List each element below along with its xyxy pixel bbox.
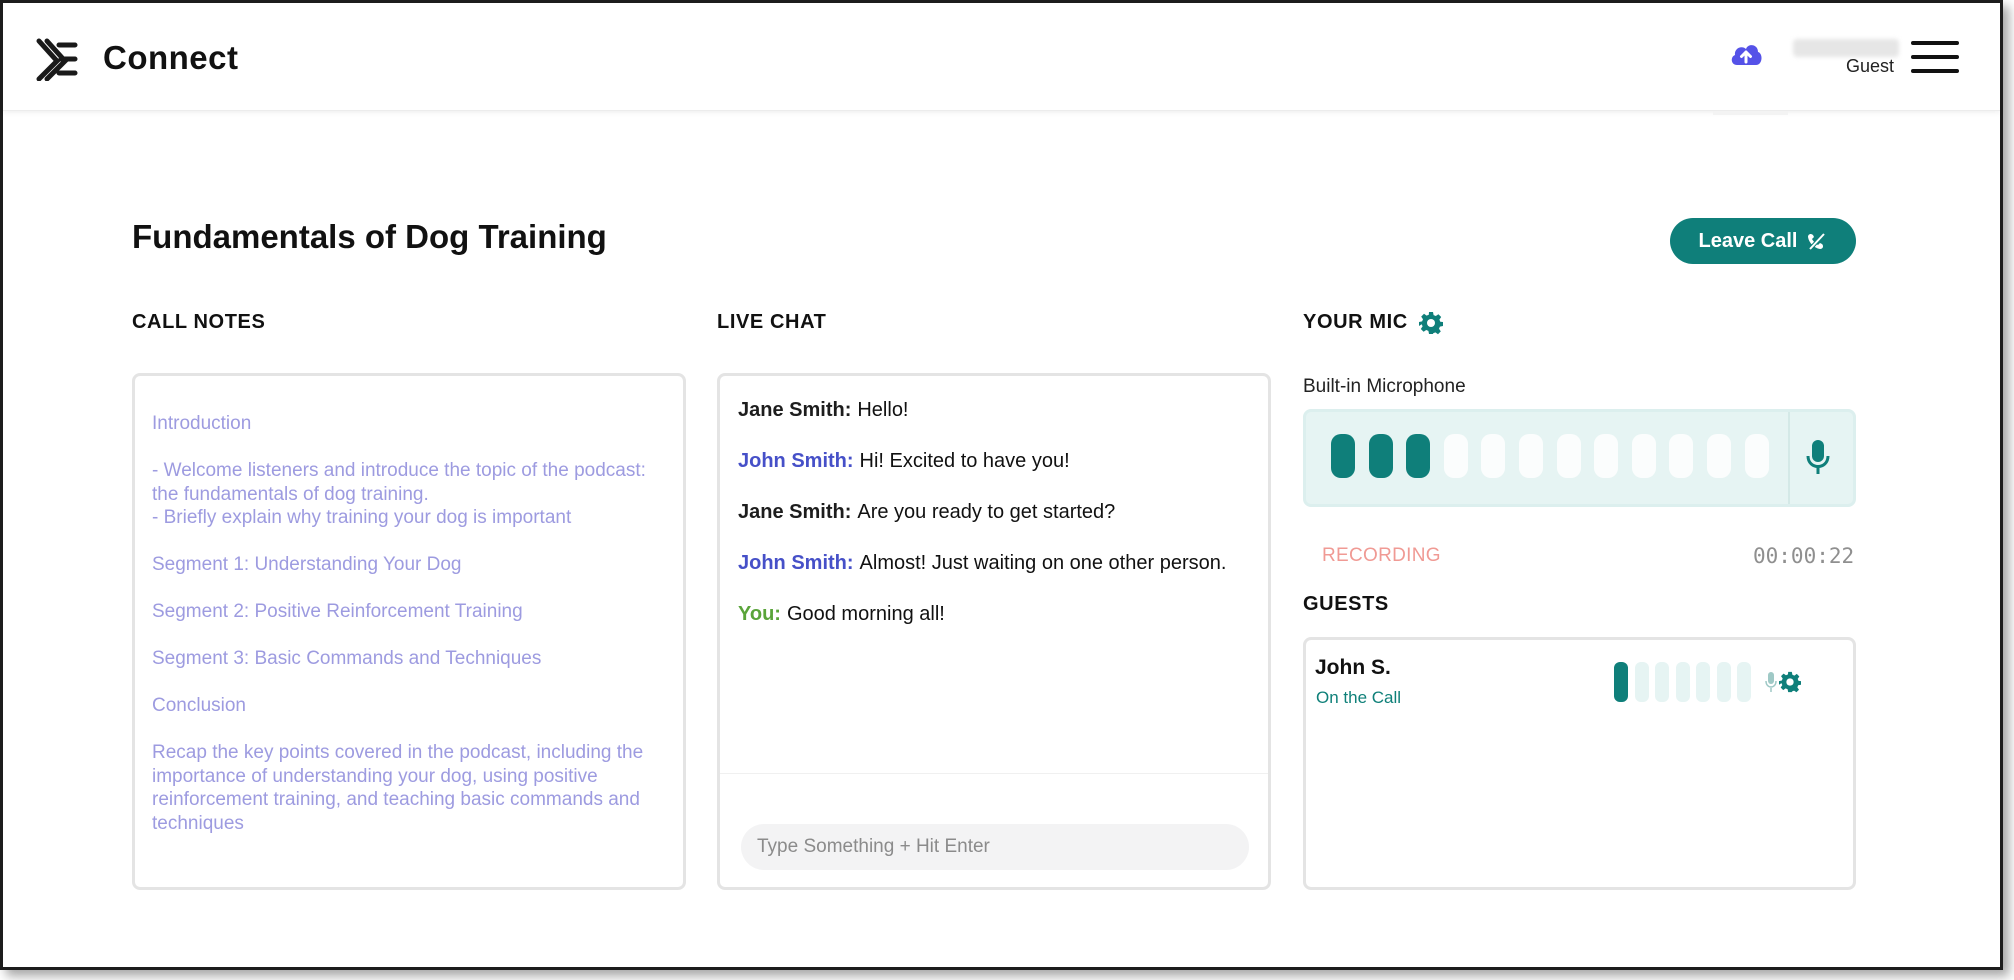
app-window: Connect Guest Fundamentals of Dog Traini… (0, 0, 2003, 970)
level-bar (1406, 434, 1431, 478)
cloud-upload-icon[interactable] (1728, 37, 1764, 73)
mic-device-name: Built-in Microphone (1303, 376, 1466, 397)
gear-icon[interactable] (1419, 311, 1443, 335)
level-bar (1594, 434, 1619, 478)
level-bar (1737, 662, 1751, 702)
chat-message: Jane Smith: Hello! (738, 398, 1250, 423)
notes-line: - Welcome listeners and introduce the to… (152, 460, 646, 505)
page-title: Fundamentals of Dog Training (132, 218, 607, 255)
gear-icon[interactable] (1779, 671, 1801, 693)
level-bar (1744, 434, 1769, 478)
notes-line: Introduction (152, 413, 252, 434)
guests-heading: GUESTS (1303, 593, 1389, 615)
chat-author: John Smith: (738, 552, 854, 574)
level-bar (1518, 434, 1543, 478)
level-bar (1669, 434, 1694, 478)
level-bar (1634, 662, 1649, 702)
leave-call-label: Leave Call (1698, 229, 1798, 252)
chat-input[interactable] (741, 824, 1249, 870)
level-bar (1655, 662, 1669, 702)
recording-status: RECORDING (1322, 545, 1441, 566)
microphone-icon[interactable] (1804, 434, 1832, 478)
hamburger-menu-icon[interactable] (1911, 41, 1961, 75)
chat-author: Jane Smith: (738, 399, 852, 421)
call-notes-heading: CALL NOTES (132, 311, 266, 333)
notes-line: Conclusion (152, 695, 246, 716)
guest-status: On the Call (1316, 688, 1402, 707)
chat-text: Almost! Just waiting on one other person… (859, 552, 1227, 574)
level-bar (1614, 662, 1628, 702)
chat-text: Good morning all! (786, 603, 945, 625)
guests-panel: John S. On the Call (1303, 637, 1856, 890)
level-bar (1675, 662, 1690, 702)
level-bar (1631, 434, 1656, 478)
nav-indicator (1713, 111, 1788, 115)
chat-author: Jane Smith: (738, 501, 852, 523)
chat-message: You: Good morning all! (738, 602, 1250, 627)
live-chat-panel: Jane Smith: Hello! John Smith: Hi! Excited… (717, 373, 1271, 890)
guest-level-bars (1614, 662, 1751, 702)
chat-author: You: (738, 603, 781, 625)
recording-timer: 00:00:22 (1753, 544, 1855, 568)
level-bar (1368, 434, 1393, 478)
chat-message-list: Jane Smith: Hello! John Smith: Hi! Excited… (720, 376, 1268, 627)
connect-logo-icon[interactable] (35, 37, 79, 81)
microphone-icon (1765, 672, 1777, 692)
your-mic-heading: YOUR MIC (1303, 311, 1408, 333)
chat-message: Jane Smith: Are you ready to get started? (738, 500, 1250, 525)
level-bar (1481, 434, 1506, 478)
notes-line: Segment 1: Understanding Your Dog (152, 554, 462, 575)
notes-line: Segment 2: Positive Reinforcement Traini… (152, 601, 523, 622)
chat-text: Are you ready to get started? (857, 501, 1116, 523)
level-bar (1706, 434, 1731, 478)
guest-name: John S. (1315, 656, 1391, 679)
hang-up-icon (1808, 232, 1826, 251)
leave-call-button[interactable]: Leave Call (1670, 218, 1856, 264)
level-bar (1443, 434, 1468, 478)
top-nav-bar: Connect Guest (3, 3, 2000, 115)
level-bar (1716, 662, 1731, 702)
level-bar (1556, 434, 1581, 478)
live-chat-heading: LIVE CHAT (717, 311, 827, 333)
chat-text: Hello! (857, 399, 909, 421)
notes-line: Segment 3: Basic Commands and Techniques (152, 648, 542, 669)
mic-level-meter (1303, 409, 1856, 507)
mic-level-bars (1331, 434, 1769, 478)
chat-author: John Smith: (738, 450, 854, 472)
user-name-redacted (1793, 39, 1899, 57)
call-notes-panel[interactable]: Introduction - Welcome listeners and int… (132, 373, 686, 890)
mic-divider (1788, 412, 1790, 504)
chat-message: John Smith: Almost! Just waiting on one o… (738, 551, 1250, 576)
chat-divider (720, 773, 1268, 774)
user-role: Guest (1846, 56, 1895, 76)
notes-line: Recap the key points covered in the podc… (152, 742, 644, 834)
level-bar (1331, 434, 1355, 478)
chat-text: Hi! Excited to have you! (859, 450, 1070, 472)
level-bar (1696, 662, 1710, 702)
chat-message: John Smith: Hi! Excited to have you! (738, 449, 1250, 474)
notes-line: - Briefly explain why training your dog … (152, 507, 572, 528)
brand-name: Connect (103, 39, 239, 76)
